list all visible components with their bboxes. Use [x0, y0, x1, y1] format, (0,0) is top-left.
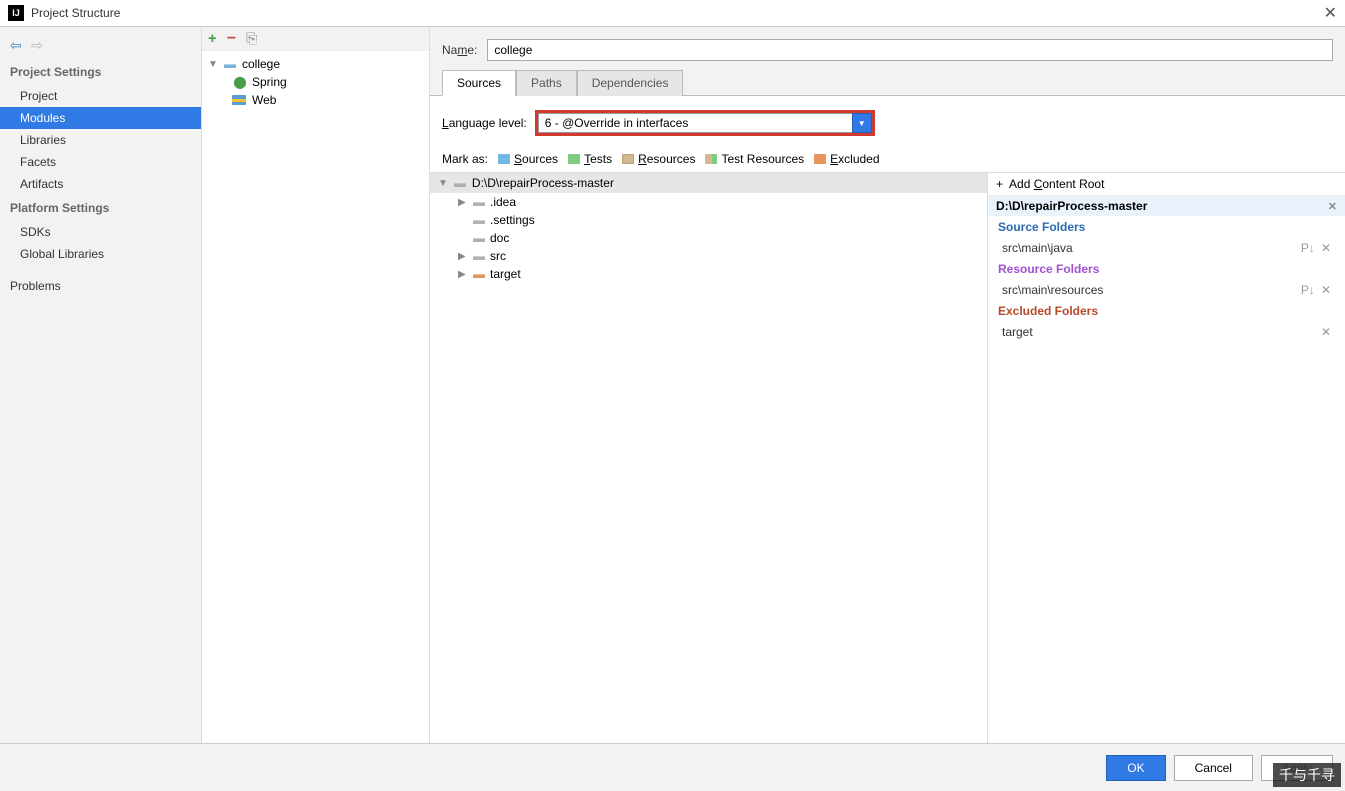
- expand-icon[interactable]: ▶: [458, 269, 468, 280]
- nav-global-libraries[interactable]: Global Libraries: [0, 243, 201, 265]
- sources-icon: [498, 154, 510, 164]
- mark-as-row: Mark as: Sources Tests Resources Test Re…: [430, 146, 1345, 173]
- watermark: 千与千寻: [1273, 763, 1341, 787]
- properties-icon[interactable]: P↓: [1301, 283, 1315, 297]
- web-icon: [232, 95, 248, 105]
- back-icon[interactable]: ⇦: [10, 37, 22, 53]
- chevron-down-icon[interactable]: ▼: [852, 113, 872, 133]
- files-item[interactable]: ▶▬.idea: [430, 193, 987, 211]
- section-platform-settings: Platform Settings: [0, 195, 201, 221]
- folder-icon: ▬: [222, 57, 238, 71]
- resource-folders-title: Resource Folders: [988, 258, 1345, 280]
- files-tree: ▼ ▬ D:\D\repairProcess-master ▶▬.idea ▬.…: [430, 173, 988, 743]
- tree-item-label: Spring: [252, 75, 287, 89]
- language-level-value: 6 - @Override in interfaces: [538, 113, 852, 133]
- language-level-row: Language level: 6 - @Override in interfa…: [430, 96, 1345, 146]
- cancel-button[interactable]: Cancel: [1174, 755, 1253, 781]
- content-root-row[interactable]: D:\D\repairProcess-master✕: [988, 196, 1345, 216]
- remove-icon[interactable]: ✕: [1321, 283, 1331, 297]
- content-panel: Name: Sources Paths Dependencies Languag…: [430, 27, 1345, 743]
- nav-problems[interactable]: Problems: [0, 275, 201, 297]
- files-item[interactable]: ▶▬src: [430, 247, 987, 265]
- nav-project[interactable]: Project: [0, 85, 201, 107]
- module-tree: ▼ ▬ college ⬤ Spring Web: [202, 51, 429, 113]
- resource-folder-item[interactable]: src\main\resourcesP↓✕: [988, 280, 1345, 300]
- excluded-icon: [814, 154, 826, 164]
- remove-icon[interactable]: ✕: [1328, 200, 1337, 213]
- mark-as-label: Mark as:: [442, 152, 488, 166]
- mark-resources[interactable]: Resources: [622, 152, 695, 166]
- nav-libraries[interactable]: Libraries: [0, 129, 201, 151]
- copy-icon[interactable]: ⎘: [246, 30, 257, 47]
- mark-sources[interactable]: Sources: [498, 152, 558, 166]
- tree-toolbar: + − ⎘: [202, 27, 429, 51]
- files-item[interactable]: ▬.settings: [430, 211, 987, 229]
- remove-icon[interactable]: ✕: [1321, 241, 1331, 255]
- properties-icon[interactable]: P↓: [1301, 241, 1315, 255]
- test-resources-icon: [705, 154, 717, 164]
- footer: OK Cancel Apply: [0, 743, 1345, 791]
- source-folder-item[interactable]: src\main\javaP↓✕: [988, 238, 1345, 258]
- folder-icon: ▬: [473, 267, 485, 281]
- resources-icon: [622, 154, 634, 164]
- nav-artifacts[interactable]: Artifacts: [0, 173, 201, 195]
- tree-item-label: Web: [252, 93, 276, 107]
- tests-icon: [568, 154, 580, 164]
- remove-icon[interactable]: ✕: [1321, 325, 1331, 339]
- mark-excluded[interactable]: Excluded: [814, 152, 879, 166]
- plus-icon: +: [996, 177, 1003, 191]
- nav-facets[interactable]: Facets: [0, 151, 201, 173]
- source-folders-title: Source Folders: [988, 216, 1345, 238]
- nav-sdks[interactable]: SDKs: [0, 221, 201, 243]
- folder-icon: ▬: [454, 176, 466, 190]
- language-level-label: Language level:: [442, 116, 527, 130]
- tree-root-label: college: [242, 57, 280, 71]
- tab-dependencies[interactable]: Dependencies: [577, 70, 684, 96]
- name-input[interactable]: [487, 39, 1333, 61]
- excluded-folders-title: Excluded Folders: [988, 300, 1345, 322]
- add-content-root[interactable]: +Add Content Root: [988, 173, 1345, 196]
- folder-icon: ▬: [473, 195, 485, 209]
- titlebar: IJ Project Structure ✕: [0, 0, 1345, 27]
- content-roots-panel: +Add Content Root D:\D\repairProcess-mas…: [988, 173, 1345, 743]
- tab-paths[interactable]: Paths: [516, 70, 577, 96]
- folder-icon: ▬: [473, 213, 485, 227]
- tree-item-web[interactable]: Web: [202, 91, 429, 109]
- add-icon[interactable]: +: [208, 30, 217, 47]
- mark-test-resources[interactable]: Test Resources: [705, 152, 804, 166]
- section-project-settings: Project Settings: [0, 59, 201, 85]
- tree-item-spring[interactable]: ⬤ Spring: [202, 73, 429, 91]
- excluded-folder-item[interactable]: target✕: [988, 322, 1345, 342]
- expand-icon[interactable]: ▶: [458, 251, 468, 262]
- nav-history: ⇦ ⇨: [0, 32, 201, 59]
- files-root-label: D:\D\repairProcess-master: [472, 176, 614, 190]
- name-label: Name:: [442, 43, 477, 57]
- files-item[interactable]: ▬doc: [430, 229, 987, 247]
- close-icon[interactable]: ✕: [1324, 3, 1337, 23]
- ok-button[interactable]: OK: [1106, 755, 1165, 781]
- language-level-combo[interactable]: 6 - @Override in interfaces ▼: [535, 110, 875, 136]
- folder-icon: ▬: [473, 249, 485, 263]
- sidebar: ⇦ ⇨ Project Settings Project Modules Lib…: [0, 27, 202, 743]
- name-row: Name:: [430, 27, 1345, 69]
- spring-icon: ⬤: [232, 75, 248, 89]
- expand-icon[interactable]: ▶: [458, 197, 468, 208]
- nav-modules[interactable]: Modules: [0, 107, 201, 129]
- remove-icon[interactable]: −: [227, 30, 236, 48]
- forward-icon: ⇨: [31, 37, 43, 53]
- tabs: Sources Paths Dependencies: [430, 69, 1345, 96]
- mark-tests[interactable]: Tests: [568, 152, 612, 166]
- folder-icon: ▬: [473, 231, 485, 245]
- tab-sources[interactable]: Sources: [442, 70, 516, 96]
- app-icon: IJ: [8, 5, 24, 21]
- module-tree-panel: + − ⎘ ▼ ▬ college ⬤ Spring Web: [202, 27, 430, 743]
- expand-icon[interactable]: ▼: [208, 59, 218, 70]
- files-root-row[interactable]: ▼ ▬ D:\D\repairProcess-master: [430, 173, 987, 193]
- tab-body: Language level: 6 - @Override in interfa…: [430, 96, 1345, 743]
- files-item[interactable]: ▶▬target: [430, 265, 987, 283]
- tree-root[interactable]: ▼ ▬ college: [202, 55, 429, 73]
- window-title: Project Structure: [31, 6, 120, 20]
- expand-icon[interactable]: ▼: [438, 178, 448, 189]
